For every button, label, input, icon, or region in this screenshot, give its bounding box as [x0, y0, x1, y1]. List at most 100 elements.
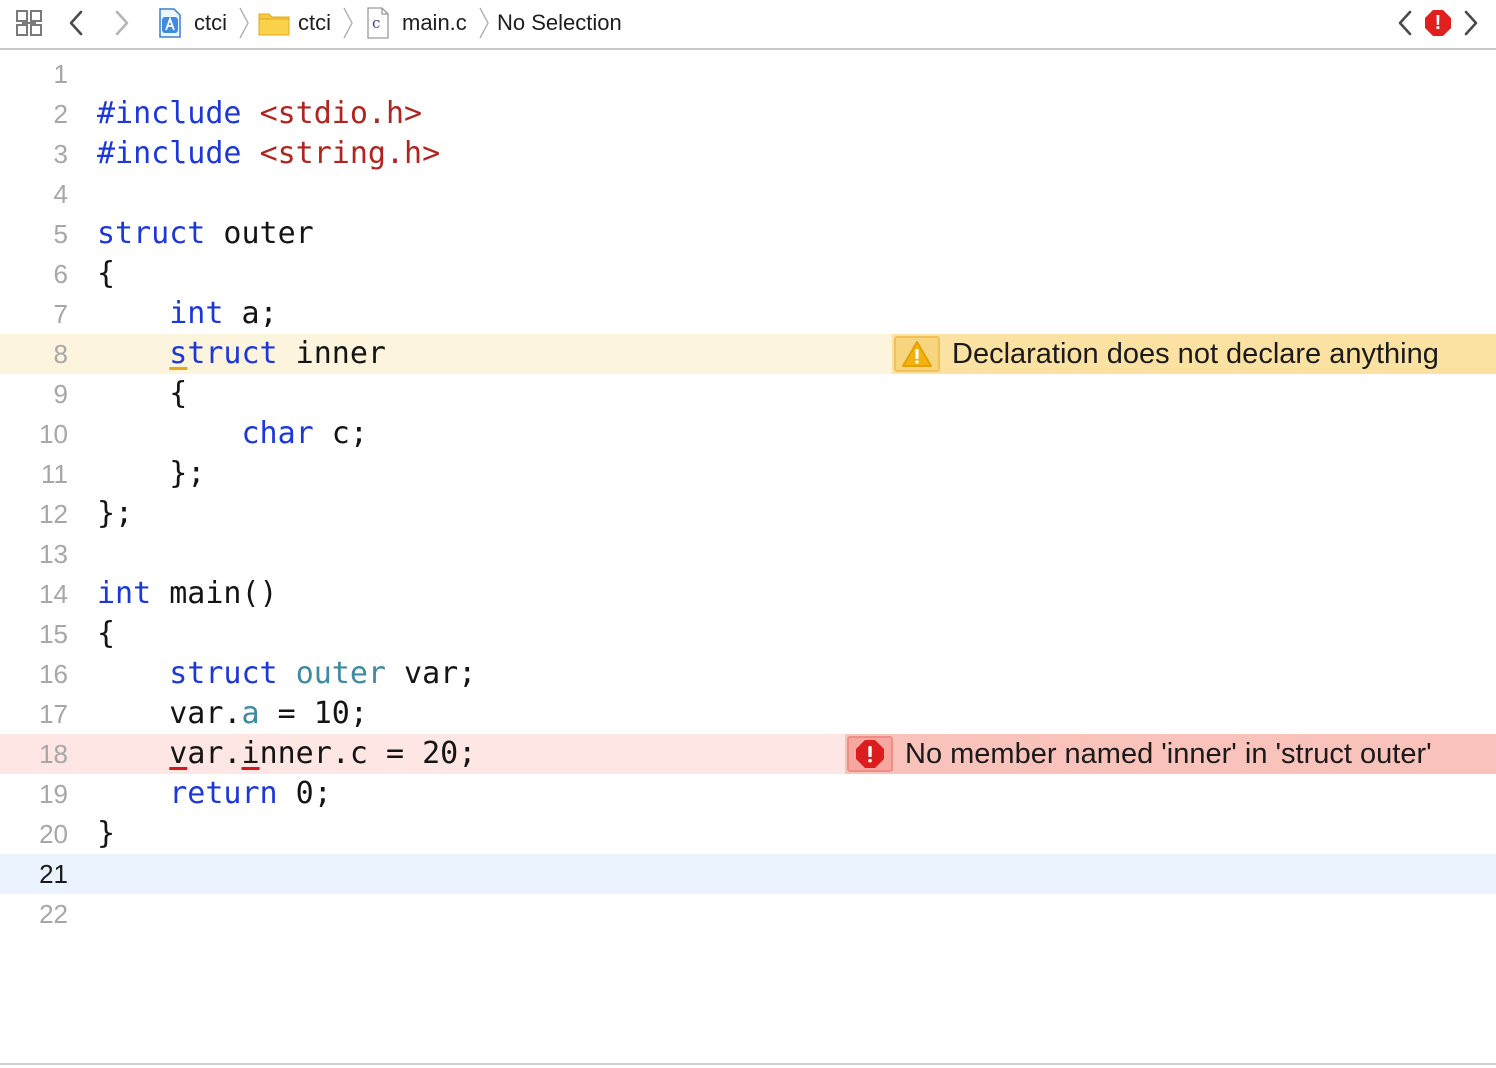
- line-number[interactable]: 20: [0, 814, 68, 854]
- warning-issue-banner[interactable]: Declaration does not declare anything: [892, 334, 1496, 374]
- source-editor[interactable]: 1 2 #include <stdio.h> 3 #include <string.h>…: [0, 52, 1496, 1062]
- line-number[interactable]: 7: [0, 294, 68, 334]
- code-line-3[interactable]: 3 #include <string.h>: [0, 134, 1496, 174]
- back-arrow-icon[interactable]: [64, 8, 88, 38]
- breadcrumb-file[interactable]: main.c: [402, 9, 467, 37]
- line-number[interactable]: 2: [0, 94, 68, 134]
- line-number[interactable]: 17: [0, 694, 68, 734]
- line-number[interactable]: 22: [0, 894, 68, 934]
- code-line-22[interactable]: 22: [0, 894, 1496, 934]
- code-text[interactable]: int main(): [97, 574, 278, 614]
- code-line-11[interactable]: 11 };: [0, 454, 1496, 494]
- line-number[interactable]: 1: [0, 54, 68, 94]
- code-token: a;: [223, 296, 278, 331]
- code-line-10[interactable]: 10 char c;: [0, 414, 1496, 454]
- code-token: inner: [277, 336, 386, 371]
- code-token: {: [97, 256, 116, 291]
- previous-issue-arrow-icon[interactable]: [1394, 8, 1416, 38]
- line-number[interactable]: 14: [0, 574, 68, 614]
- code-text[interactable]: struct outer: [97, 214, 314, 254]
- code-text[interactable]: #include <stdio.h>: [97, 94, 422, 134]
- jump-bar: ctci ctci c main.c No Selection !: [0, 0, 1496, 50]
- code-text[interactable]: struct outer var;: [97, 654, 476, 694]
- code-token: struct: [97, 216, 206, 251]
- line-number[interactable]: 8: [0, 334, 68, 374]
- code-text[interactable]: {: [97, 614, 115, 654]
- code-line-1[interactable]: 1: [0, 54, 1496, 94]
- code-line-4[interactable]: 4: [0, 174, 1496, 214]
- error-indicator-icon[interactable]: !: [1424, 8, 1452, 38]
- code-text[interactable]: }: [97, 814, 115, 854]
- code-token: c;: [313, 416, 368, 451]
- line-number[interactable]: 12: [0, 494, 68, 534]
- code-line-15[interactable]: 15 {: [0, 614, 1496, 654]
- code-text[interactable]: {: [97, 374, 187, 414]
- line-number[interactable]: 16: [0, 654, 68, 694]
- code-token: };: [97, 456, 206, 491]
- code-line-2[interactable]: 2 #include <stdio.h>: [0, 94, 1496, 134]
- code-token: struct: [169, 656, 278, 691]
- code-token: }: [97, 816, 116, 851]
- code-line-20[interactable]: 20}: [0, 814, 1496, 854]
- breadcrumb-project[interactable]: ctci: [194, 9, 227, 37]
- code-text[interactable]: struct inner: [97, 334, 386, 374]
- line-number[interactable]: 10: [0, 414, 68, 454]
- related-items-grid-icon[interactable]: [14, 8, 44, 38]
- code-text[interactable]: var.inner.c = 20;: [97, 734, 476, 774]
- code-line-9[interactable]: 9 {: [0, 374, 1496, 414]
- code-text[interactable]: char c;: [97, 414, 368, 454]
- code-token: a: [241, 696, 260, 731]
- code-token: var;: [386, 656, 477, 691]
- code-token: i: [241, 736, 260, 771]
- code-token: 0;: [277, 776, 332, 811]
- code-line-12[interactable]: 12};: [0, 494, 1496, 534]
- line-number[interactable]: 11: [0, 454, 68, 494]
- code-text[interactable]: var.a = 10;: [97, 694, 368, 734]
- code-text[interactable]: return 0;: [97, 774, 332, 814]
- next-issue-arrow-icon[interactable]: [1460, 8, 1482, 38]
- code-token: nner.c = 20;: [259, 736, 477, 771]
- editor-bottom-divider: [0, 1063, 1496, 1065]
- code-text[interactable]: {: [97, 254, 115, 294]
- line-number[interactable]: 13: [0, 534, 68, 574]
- line-number[interactable]: 9: [0, 374, 68, 414]
- forward-arrow-icon[interactable]: [110, 8, 134, 38]
- error-issue-banner[interactable]: No member named 'inner' in 'struct outer…: [845, 734, 1496, 774]
- code-token: <stdio.h>: [259, 96, 423, 131]
- code-line-14[interactable]: 14 int main(): [0, 574, 1496, 614]
- code-token: {: [97, 616, 116, 651]
- line-number[interactable]: 18: [0, 734, 68, 774]
- code-line-16[interactable]: 16 struct outer var;: [0, 654, 1496, 694]
- line-number[interactable]: 5: [0, 214, 68, 254]
- folder-icon[interactable]: [257, 8, 291, 38]
- xcode-project-icon[interactable]: [156, 8, 184, 38]
- code-line-7[interactable]: 7 int a;: [0, 294, 1496, 334]
- line-number[interactable]: 4: [0, 174, 68, 214]
- code-text[interactable]: #include <string.h>: [97, 134, 440, 174]
- code-line-17[interactable]: 17 var.a = 10;: [0, 694, 1496, 734]
- breadcrumb-symbol[interactable]: No Selection: [497, 9, 622, 37]
- error-indicator-mark: !: [1434, 12, 1442, 34]
- line-number[interactable]: 19: [0, 774, 68, 814]
- code-text[interactable]: };: [97, 454, 205, 494]
- code-line-21[interactable]: 21: [0, 854, 1496, 894]
- code-line-13[interactable]: 13: [0, 534, 1496, 574]
- line-number[interactable]: 6: [0, 254, 68, 294]
- code-text[interactable]: int a;: [97, 294, 278, 334]
- code-token: {: [97, 376, 188, 411]
- line-number[interactable]: 21: [0, 854, 68, 894]
- code-token: s: [169, 336, 188, 371]
- code-line-5[interactable]: 5 struct outer: [0, 214, 1496, 254]
- line-number[interactable]: 3: [0, 134, 68, 174]
- code-token: var.: [97, 696, 242, 731]
- code-line-6[interactable]: 6{: [0, 254, 1496, 294]
- line-number[interactable]: 15: [0, 614, 68, 654]
- code-text[interactable]: };: [97, 494, 133, 534]
- code-line-19[interactable]: 19 return 0;: [0, 774, 1496, 814]
- breadcrumb-folder[interactable]: ctci: [298, 9, 331, 37]
